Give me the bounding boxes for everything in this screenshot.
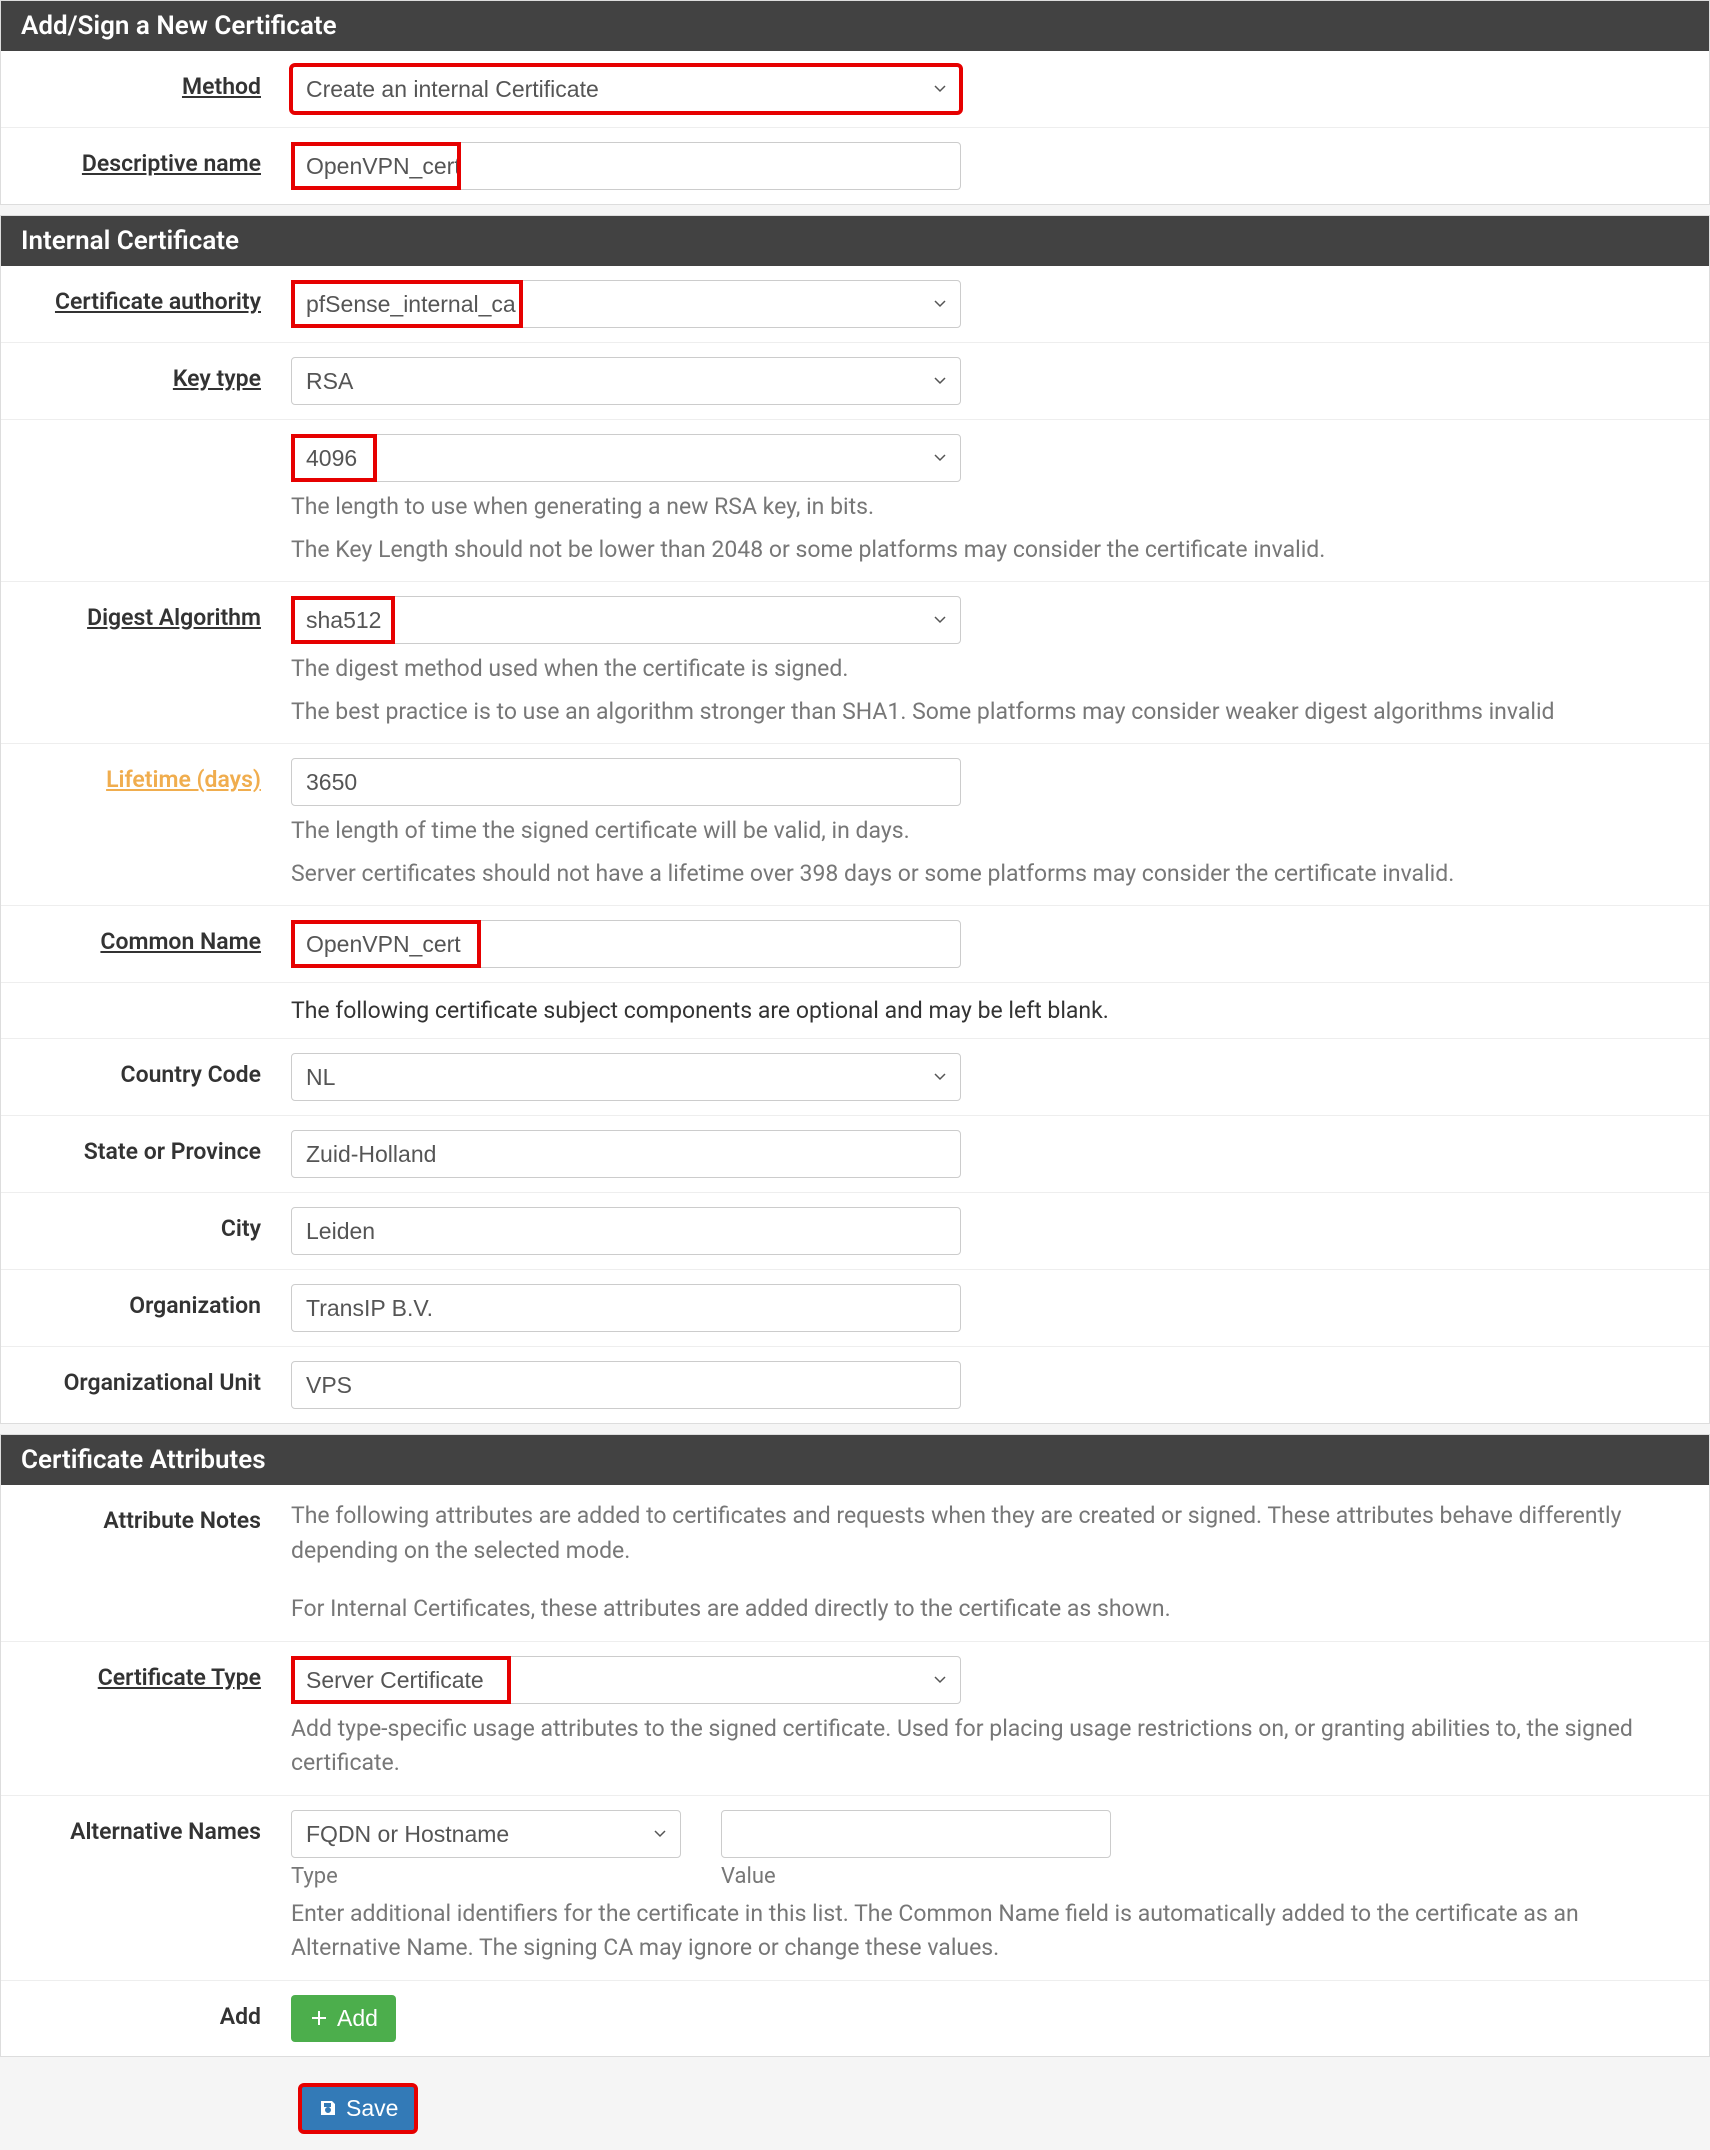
help-lifetime2: Server certificates should not have a li… (291, 857, 1689, 892)
select-digest[interactable]: sha512 (291, 596, 961, 644)
select-certtype[interactable]: Server Certificate (291, 1656, 961, 1704)
row-save: Save (0, 2067, 1710, 2150)
text-optional-note: The following certificate subject compon… (291, 997, 1689, 1024)
help-keylen1: The length to use when generating a new … (291, 490, 1689, 525)
select-ca[interactable]: pfSense_internal_ca (291, 280, 961, 328)
label-city: City (1, 1207, 291, 1242)
save-button-label: Save (346, 2095, 398, 2122)
row-add: Add Add (1, 1981, 1709, 2056)
label-keylen-empty (1, 434, 291, 442)
row-org: Organization (1, 1270, 1709, 1347)
label-cn: Common Name (1, 920, 291, 955)
label-attrnotes: Attribute Notes (1, 1499, 291, 1534)
label-certtype: Certificate Type (1, 1656, 291, 1691)
panel-certificate-attributes: Certificate Attributes Attribute Notes T… (0, 1434, 1710, 2057)
row-keytype: Key type RSA (1, 343, 1709, 420)
add-button-label: Add (337, 2005, 378, 2032)
label-ou: Organizational Unit (1, 1361, 291, 1396)
text-attrnotes2: For Internal Certificates, these attribu… (291, 1592, 1689, 1627)
help-digest1: The digest method used when the certific… (291, 652, 1689, 687)
panel-add-sign-certificate: Add/Sign a New Certificate Method Create… (0, 0, 1710, 205)
panel-header-attributes: Certificate Attributes (1, 1435, 1709, 1485)
row-cn: Common Name (1, 906, 1709, 983)
select-country[interactable]: NL (291, 1053, 961, 1101)
help-certtype: Add type-specific usage attributes to th… (291, 1712, 1689, 1781)
input-city[interactable] (291, 1207, 961, 1255)
row-ca: Certificate authority pfSense_internal_c… (1, 266, 1709, 343)
label-altnames: Alternative Names (1, 1810, 291, 1845)
label-digest: Digest Algorithm (1, 596, 291, 631)
help-keylen2: The Key Length should not be lower than … (291, 533, 1689, 568)
label-org: Organization (1, 1284, 291, 1319)
row-attrnotes: Attribute Notes The following attributes… (1, 1485, 1709, 1642)
save-button[interactable]: Save (300, 2085, 416, 2132)
label-ca: Certificate authority (1, 280, 291, 315)
row-descriptive-name: Descriptive name (1, 128, 1709, 204)
select-keytype[interactable]: RSA (291, 357, 961, 405)
row-optional-note: The following certificate subject compon… (1, 983, 1709, 1039)
add-button[interactable]: Add (291, 1995, 396, 2042)
input-altname-value[interactable] (721, 1810, 1111, 1858)
row-digest: Digest Algorithm sha512 The digest metho… (1, 582, 1709, 744)
input-lifetime[interactable] (291, 758, 961, 806)
row-certtype: Certificate Type Server Certificate Add … (1, 1642, 1709, 1796)
help-lifetime1: The length of time the signed certificat… (291, 814, 1689, 849)
row-keylen: 4096 The length to use when generating a… (1, 420, 1709, 582)
label-method: Method (1, 65, 291, 100)
label-country: Country Code (1, 1053, 291, 1088)
save-icon (318, 2098, 338, 2118)
row-altnames: Alternative Names FQDN or Hostname Type … (1, 1796, 1709, 1981)
panel-header-internal: Internal Certificate (1, 216, 1709, 266)
row-ou: Organizational Unit (1, 1347, 1709, 1423)
row-city: City (1, 1193, 1709, 1270)
sublabel-value: Value (721, 1864, 1111, 1889)
label-descriptive-name: Descriptive name (1, 142, 291, 177)
input-org[interactable] (291, 1284, 961, 1332)
row-state: State or Province (1, 1116, 1709, 1193)
input-state[interactable] (291, 1130, 961, 1178)
input-ou[interactable] (291, 1361, 961, 1409)
row-country: Country Code NL (1, 1039, 1709, 1116)
row-lifetime: Lifetime (days) The length of time the s… (1, 744, 1709, 906)
row-method: Method Create an internal Certificate (1, 51, 1709, 128)
label-add: Add (1, 1995, 291, 2030)
input-descriptive-name[interactable] (291, 142, 961, 190)
help-altnames: Enter additional identifiers for the cer… (291, 1897, 1689, 1966)
label-lifetime: Lifetime (days) (106, 766, 261, 793)
plus-icon (309, 2008, 329, 2028)
help-digest2: The best practice is to use an algorithm… (291, 695, 1689, 730)
sublabel-type: Type (291, 1864, 681, 1889)
select-altname-type[interactable]: FQDN or Hostname (291, 1810, 681, 1858)
panel-header-add-sign: Add/Sign a New Certificate (1, 1, 1709, 51)
panel-internal-certificate: Internal Certificate Certificate authori… (0, 215, 1710, 1424)
label-state: State or Province (1, 1130, 291, 1165)
label-keytype: Key type (1, 357, 291, 392)
select-method[interactable]: Create an internal Certificate (291, 65, 961, 113)
input-cn[interactable] (291, 920, 961, 968)
text-attrnotes1: The following attributes are added to ce… (291, 1499, 1689, 1568)
select-keylen[interactable]: 4096 (291, 434, 961, 482)
